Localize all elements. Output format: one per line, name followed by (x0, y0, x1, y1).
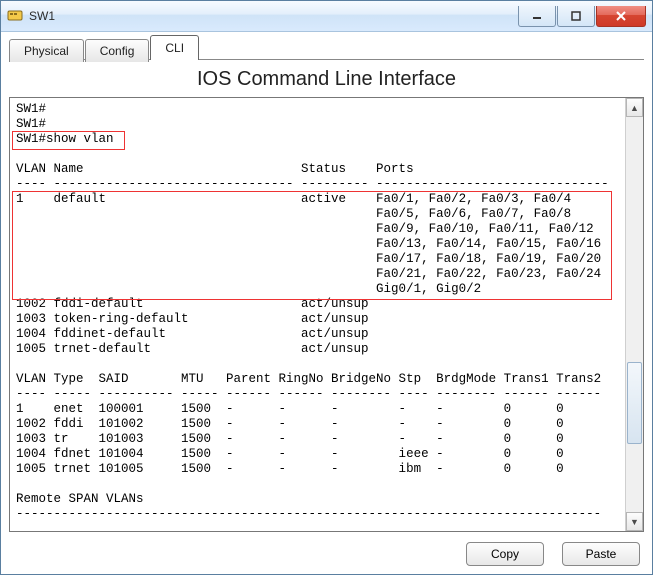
tabstrip: Physical Config CLI (9, 36, 644, 60)
scroll-down-button[interactable]: ▼ (626, 512, 643, 531)
app-icon (7, 8, 23, 24)
cli-line: ---- ----- ---------- ----- ------ -----… (16, 387, 601, 401)
cli-line: SW1# (16, 102, 46, 116)
minimize-button[interactable] (518, 6, 556, 27)
cli-output[interactable]: SW1# SW1# SW1#show vlan VLAN Name Status… (10, 98, 625, 531)
copy-button[interactable]: Copy (466, 542, 544, 566)
cli-line: SW1#show vlan (16, 132, 114, 146)
app-window: SW1 Physical Config CLI IOS Command Line… (0, 0, 653, 575)
scroll-up-button[interactable]: ▲ (626, 98, 643, 117)
cli-line: Fa0/21, Fa0/22, Fa0/23, Fa0/24 (16, 267, 601, 281)
window-title: SW1 (29, 9, 518, 23)
cli-line: 1005 trnet 101005 1500 - - - ibm - 0 0 (16, 462, 564, 476)
close-button[interactable] (596, 6, 646, 27)
cli-line: Fa0/9, Fa0/10, Fa0/11, Fa0/12 (16, 222, 594, 236)
chevron-up-icon: ▲ (630, 103, 639, 113)
titlebar: SW1 (1, 1, 652, 32)
cli-line: 1002 fddi-default act/unsup (16, 297, 369, 311)
cli-line: ----------------------------------------… (16, 507, 601, 521)
paste-button[interactable]: Paste (562, 542, 640, 566)
cli-line: 1004 fdnet 101004 1500 - - - ieee - 0 0 (16, 447, 564, 461)
cli-line: 1003 token-ring-default act/unsup (16, 312, 369, 326)
cli-line: 1002 fddi 101002 1500 - - - - - 0 0 (16, 417, 564, 431)
chevron-down-icon: ▼ (630, 517, 639, 527)
tab-physical[interactable]: Physical (9, 39, 84, 62)
console-outer: SW1# SW1# SW1#show vlan VLAN Name Status… (9, 97, 644, 532)
cli-line: Remote SPAN VLANs (16, 492, 144, 506)
cli-line: Fa0/17, Fa0/18, Fa0/19, Fa0/20 (16, 252, 601, 266)
cli-line: Fa0/13, Fa0/14, Fa0/15, Fa0/16 (16, 237, 601, 251)
scroll-thumb[interactable] (627, 362, 642, 444)
panel-title: IOS Command Line Interface (9, 68, 644, 91)
tab-cli[interactable]: CLI (150, 35, 199, 60)
cli-line: Gig0/1, Gig0/2 (16, 282, 481, 296)
cli-line: 1003 tr 101003 1500 - - - - - 0 0 (16, 432, 564, 446)
cli-line: VLAN Type SAID MTU Parent RingNo BridgeN… (16, 372, 601, 386)
cli-line: SW1# (16, 117, 46, 131)
scrollbar: ▲ ▼ (625, 98, 643, 531)
cli-line: VLAN Name Status Ports (16, 162, 414, 176)
cli-line: ---- -------------------------------- --… (16, 177, 609, 191)
console-wrap: SW1# SW1# SW1#show vlan VLAN Name Status… (9, 97, 644, 566)
cli-line: 1005 trnet-default act/unsup (16, 342, 369, 356)
tab-config[interactable]: Config (85, 39, 150, 62)
footer-buttons: Copy Paste (9, 532, 644, 566)
cli-line: 1 default active Fa0/1, Fa0/2, Fa0/3, Fa… (16, 192, 571, 206)
scroll-track[interactable] (626, 117, 643, 512)
maximize-button[interactable] (557, 6, 595, 27)
cli-line: 1004 fddinet-default act/unsup (16, 327, 369, 341)
cli-line: 1 enet 100001 1500 - - - - - 0 0 (16, 402, 564, 416)
cli-line: Fa0/5, Fa0/6, Fa0/7, Fa0/8 (16, 207, 571, 221)
window-body: Physical Config CLI IOS Command Line Int… (1, 32, 652, 574)
window-buttons (518, 6, 646, 27)
